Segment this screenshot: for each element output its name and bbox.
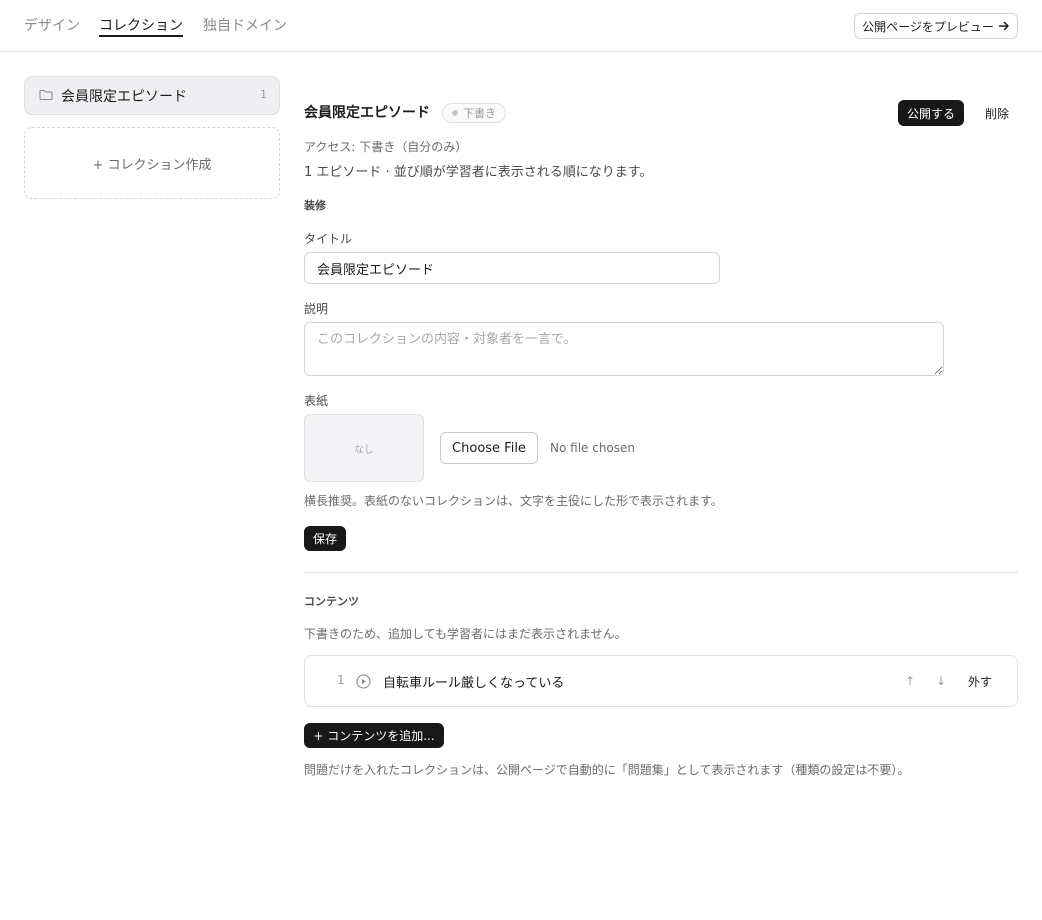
cover-field-label: 表紙 xyxy=(304,394,329,408)
tab-collections[interactable]: コレクション xyxy=(99,16,183,36)
decoration-section-label: 装修 xyxy=(304,199,326,212)
cover-preview: なし xyxy=(304,414,424,482)
add-content-label: + コンテンツを追加... xyxy=(313,729,435,743)
delete-button[interactable]: 削除 xyxy=(976,100,1018,126)
active-tab-indicator xyxy=(99,35,183,37)
play-circle-icon xyxy=(356,674,371,689)
content-row-title: 自転車ルール厳しくなっている xyxy=(383,676,565,691)
create-collection-button[interactable]: + コレクション作成 xyxy=(24,127,280,199)
sidebar-item-label: 会員限定エピソード xyxy=(61,89,187,105)
content-row: 1 自転車ルール厳しくなっている ↑ ↓ 外す xyxy=(304,655,1018,707)
top-nav: デザイン コレクション 独自ドメイン 公開ページをプレビュー xyxy=(0,0,1042,52)
tab-custom-domain[interactable]: 独自ドメイン xyxy=(203,16,287,36)
description-field-label: 説明 xyxy=(304,302,329,316)
no-file-status: No file chosen xyxy=(550,441,636,455)
save-button[interactable]: 保存 xyxy=(304,526,346,551)
cover-hint: 横長推奨。表紙のないコレクションは、文字を主役にした形で表示されます。 xyxy=(304,494,723,508)
content-row-number: 1 xyxy=(337,673,345,687)
remove-content-button[interactable]: 外す xyxy=(961,668,999,694)
quiz-collection-note: 問題だけを入れたコレクションは、公開ページで自動的に「問題集」として表示されます… xyxy=(304,763,910,777)
section-divider xyxy=(304,572,1018,573)
move-down-icon[interactable]: ↓ xyxy=(934,672,948,690)
status-badge: 下書き xyxy=(442,103,506,123)
arrow-right-icon xyxy=(998,21,1009,31)
access-info: アクセス: 下書き（自分のみ） xyxy=(304,140,468,154)
cover-empty-label: なし xyxy=(354,444,374,456)
folder-icon xyxy=(39,89,53,101)
preview-public-page-button[interactable]: 公開ページをプレビュー xyxy=(854,13,1018,39)
tab-design[interactable]: デザイン xyxy=(24,16,80,36)
status-dot-icon xyxy=(452,110,458,116)
contents-section-label: コンテンツ xyxy=(304,595,359,608)
move-up-icon[interactable]: ↑ xyxy=(903,672,917,690)
draft-note: 下書きのため、追加しても学習者にはまだ表示されません。 xyxy=(304,627,627,641)
publish-button[interactable]: 公開する xyxy=(898,100,964,126)
add-content-button[interactable]: + コンテンツを追加... xyxy=(304,723,444,748)
title-input[interactable] xyxy=(304,252,720,284)
title-field-label: タイトル xyxy=(304,232,353,246)
create-collection-label: + コレクション作成 xyxy=(92,157,212,173)
status-badge-label: 下書き xyxy=(463,107,496,120)
sidebar-item-collection[interactable]: 会員限定エピソード 1 xyxy=(24,76,280,115)
episode-info: 1 エピソード · 並び順が学習者に表示される順になります。 xyxy=(304,165,653,180)
collection-title: 会員限定エピソード xyxy=(304,105,430,121)
choose-file-button[interactable]: Choose File xyxy=(440,432,538,464)
description-input[interactable] xyxy=(304,322,944,376)
preview-button-label: 公開ページをプレビュー xyxy=(862,19,994,34)
sidebar-item-count: 1 xyxy=(260,88,267,101)
